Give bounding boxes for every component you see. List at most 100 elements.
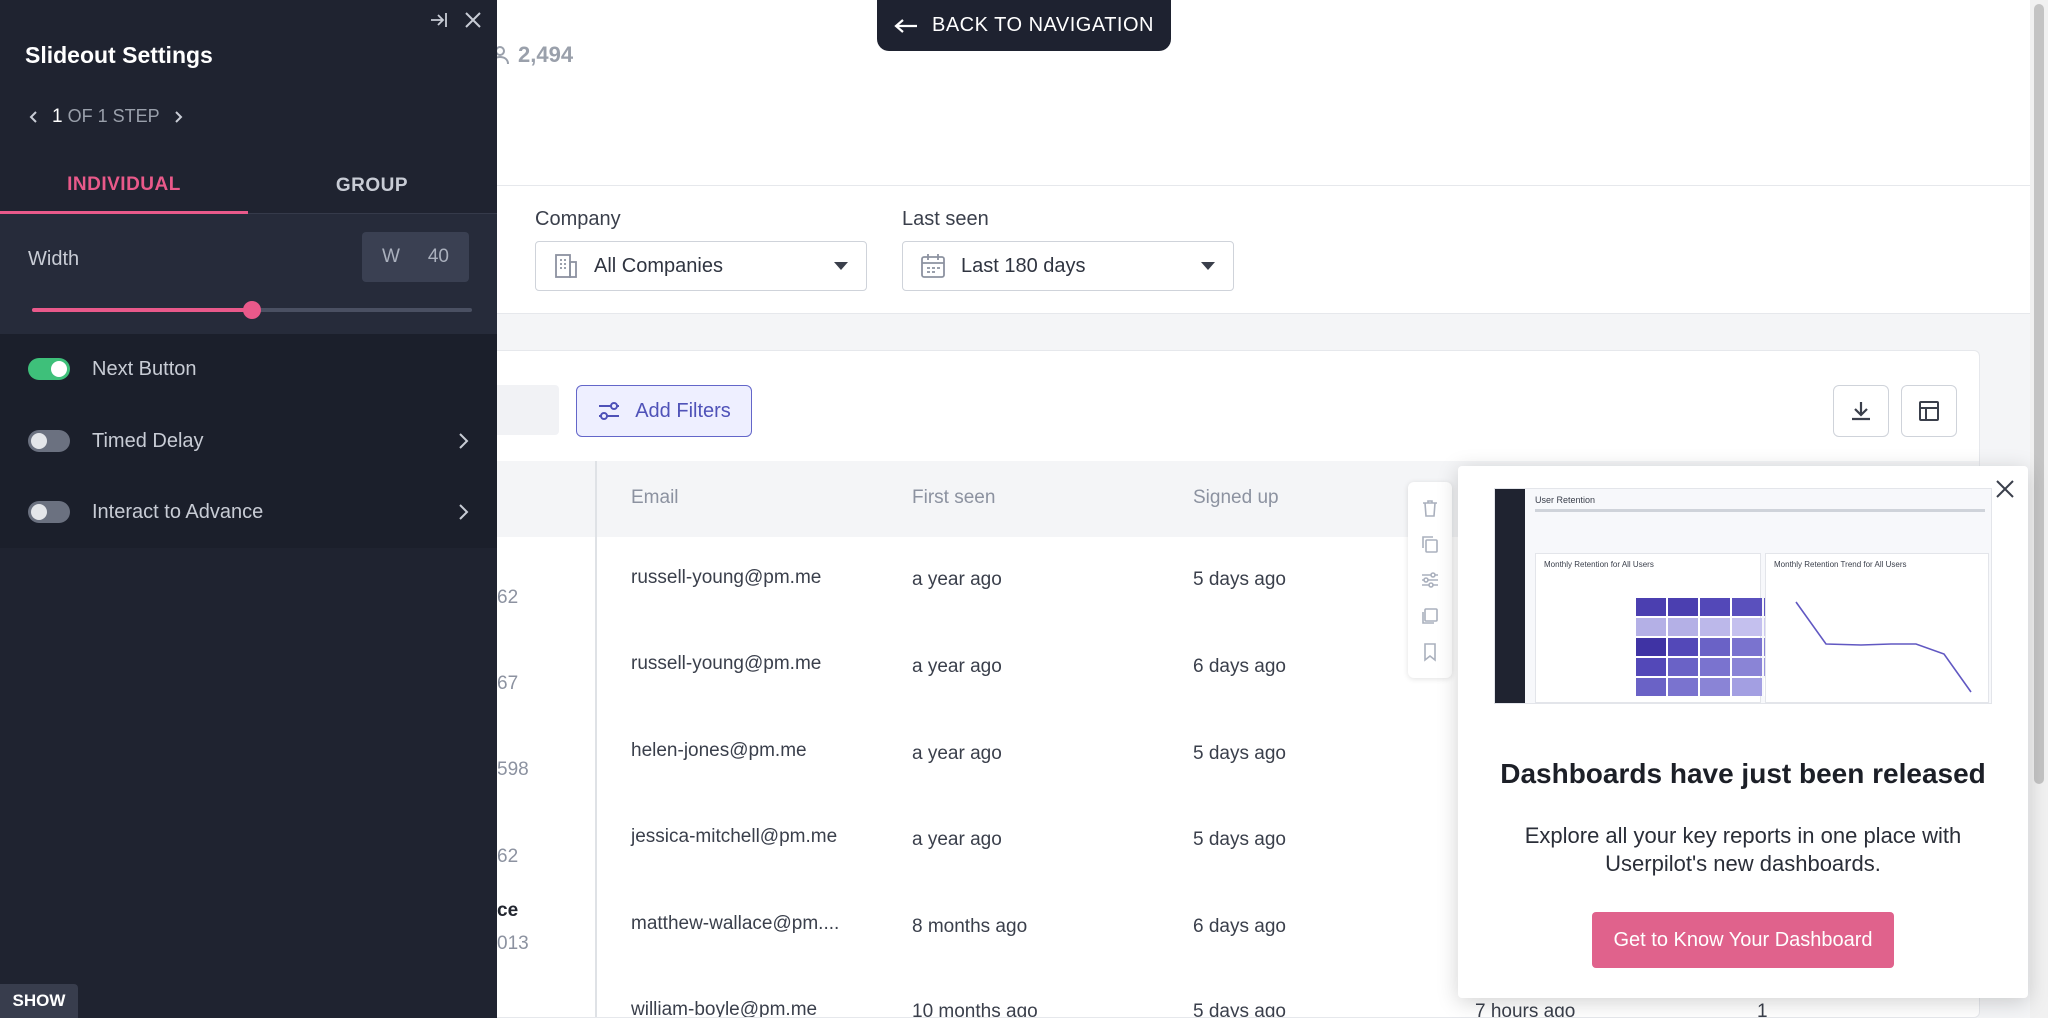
company-dropdown-value: All Companies <box>594 255 723 278</box>
slideout-settings-panel: Slideout Settings 1 OF 1 STEP INDIVIDUAL… <box>0 0 497 1018</box>
table-cell-email[interactable]: russell-young@pm.me <box>631 567 821 589</box>
download-button[interactable] <box>1833 385 1889 437</box>
table-cell-fragment: 62 <box>497 846 518 868</box>
table-cell-first-seen: 10 months ago <box>912 1001 1038 1018</box>
column-divider <box>595 461 597 1018</box>
table-cell-email[interactable]: russell-young@pm.me <box>631 653 821 675</box>
preview-trend-line <box>1766 562 1986 702</box>
table-cell-first-seen: a year ago <box>912 743 1002 765</box>
current-step: 1 <box>52 106 63 127</box>
width-input[interactable]: W 40 <box>362 232 469 282</box>
column-header-signed-up[interactable]: Signed up <box>1193 487 1279 509</box>
table-cell-signed-up: 5 days ago <box>1193 743 1286 765</box>
tab-individual[interactable]: INDIVIDUAL <box>0 158 248 214</box>
last-seen-dropdown[interactable]: Last 180 days <box>902 241 1234 291</box>
table-icon <box>1917 399 1941 423</box>
width-value: 40 <box>428 246 449 268</box>
user-count: 2,494 <box>490 42 573 68</box>
table-layout-button[interactable] <box>1901 385 1957 437</box>
toggle-label: Interact to Advance <box>92 501 263 524</box>
interact-to-advance-toggle[interactable] <box>28 501 70 523</box>
chevron-right-icon[interactable] <box>457 503 469 521</box>
last-seen-filter-label: Last seen <box>902 208 989 231</box>
table-cell-last-seen: 7 hours ago <box>1475 1001 1575 1018</box>
modal-close-button[interactable] <box>1990 474 2020 504</box>
width-slider-handle[interactable] <box>243 301 261 319</box>
modal-heading: Dashboards have just been released <box>1458 758 2028 790</box>
scrollbar-thumb[interactable] <box>2034 4 2044 784</box>
building-icon <box>552 252 580 280</box>
step-count-text: OF 1 STEP <box>68 106 160 126</box>
preview-card-title: Monthly Retention for All Users <box>1544 560 1654 569</box>
floating-toolbar <box>1408 482 1452 678</box>
width-slider-fill <box>32 308 252 312</box>
table-cell-signed-up: 6 days ago <box>1193 916 1286 938</box>
column-header-first-seen[interactable]: First seen <box>912 487 995 509</box>
last-seen-dropdown-value: Last 180 days <box>961 255 1086 278</box>
close-icon[interactable] <box>463 10 483 30</box>
toggle-list: Next Button Timed Delay Interact to Adva… <box>0 334 497 548</box>
chevron-right-icon[interactable] <box>174 110 184 124</box>
table-cell-email[interactable]: matthew-wallace@pm.... <box>631 913 839 935</box>
table-cell-first-seen: a year ago <box>912 829 1002 851</box>
add-filters-label: Add Filters <box>635 400 731 423</box>
preview-description-line <box>1535 509 1985 512</box>
chevron-down-icon <box>834 262 848 270</box>
table-cell-name-fragment: ce <box>497 900 518 922</box>
user-count-value: 2,494 <box>518 42 573 68</box>
bookmark-icon[interactable] <box>1420 642 1440 662</box>
table-cell-fragment: 67 <box>497 673 518 695</box>
table-cell-fragment: 62 <box>497 587 518 609</box>
toggle-row-timed-delay[interactable]: Timed Delay <box>0 406 497 476</box>
table-cell-fragment: 013 <box>497 933 529 955</box>
company-dropdown[interactable]: All Companies <box>535 241 867 291</box>
panel-tabs: INDIVIDUAL GROUP <box>0 158 497 214</box>
copy-icon[interactable] <box>1420 534 1440 554</box>
modal-body-text: Explore all your key reports in one plac… <box>1508 822 1978 878</box>
table-cell-email[interactable]: william-boyle@pm.me <box>631 999 817 1018</box>
next-button-toggle[interactable] <box>28 358 70 380</box>
get-to-know-dashboard-button[interactable]: Get to Know Your Dashboard <box>1592 912 1894 968</box>
preview-sidebar <box>1495 489 1525 704</box>
download-icon <box>1849 399 1873 423</box>
width-slider[interactable] <box>32 308 472 312</box>
timed-delay-toggle[interactable] <box>28 430 70 452</box>
table-cell-first-seen: a year ago <box>912 569 1002 591</box>
calendar-icon <box>919 252 947 280</box>
toggle-row-interact-to-advance[interactable]: Interact to Advance <box>0 477 497 547</box>
add-filters-button[interactable]: Add Filters <box>576 385 752 437</box>
collapse-panel-icon[interactable] <box>429 10 449 30</box>
table-cell-email[interactable]: jessica-mitchell@pm.me <box>631 826 837 848</box>
back-to-navigation-button[interactable]: BACK TO NAVIGATION <box>877 0 1171 51</box>
preview-retention-table-card: Monthly Retention for All Users <box>1535 553 1761 703</box>
width-label: Width <box>28 248 79 271</box>
table-cell-count: 1 <box>1757 1001 1768 1018</box>
toggle-label: Next Button <box>92 358 197 381</box>
close-icon <box>1994 478 2016 500</box>
table-cell-signed-up: 5 days ago <box>1193 569 1286 591</box>
step-navigator: 1 OF 1 STEP <box>28 106 184 128</box>
table-cell-email[interactable]: helen-jones@pm.me <box>631 740 807 762</box>
preview-retention-trend-card: Monthly Retention Trend for All Users <box>1765 553 1989 703</box>
chevron-right-icon[interactable] <box>457 432 469 450</box>
back-to-navigation-label: BACK TO NAVIGATION <box>932 14 1154 37</box>
show-button[interactable]: SHOW <box>0 984 78 1018</box>
panel-title: Slideout Settings <box>25 42 213 69</box>
trash-icon[interactable] <box>1420 498 1440 518</box>
tab-group[interactable]: GROUP <box>248 158 496 214</box>
toggle-row-next-button: Next Button <box>0 334 497 404</box>
arrow-left-icon <box>894 18 918 34</box>
chevron-down-icon <box>1201 262 1215 270</box>
toggle-label: Timed Delay <box>92 430 204 453</box>
duplicate-icon[interactable] <box>1420 606 1440 626</box>
dashboard-preview-image: User Retention Monthly Retention for All… <box>1494 488 1992 704</box>
chevron-left-icon[interactable] <box>28 110 38 124</box>
table-cell-signed-up: 5 days ago <box>1193 829 1286 851</box>
dashboards-announcement-modal: User Retention Monthly Retention for All… <box>1458 466 2028 998</box>
sliders-icon[interactable] <box>1420 570 1440 590</box>
page-scrollbar[interactable] <box>2030 0 2048 1018</box>
table-cell-signed-up: 6 days ago <box>1193 656 1286 678</box>
column-header-email[interactable]: Email <box>631 487 679 509</box>
table-cell-first-seen: 8 months ago <box>912 916 1027 938</box>
width-prefix: W <box>382 246 400 268</box>
